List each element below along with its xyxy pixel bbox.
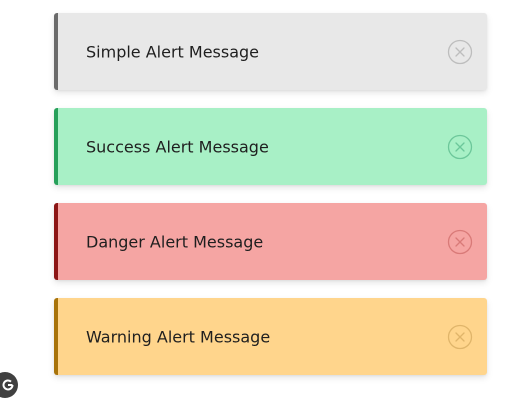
alert-message: Warning Alert Message xyxy=(86,327,271,346)
google-g-icon xyxy=(0,372,18,398)
close-circle-icon[interactable] xyxy=(447,324,473,350)
alert-message: Success Alert Message xyxy=(86,137,269,156)
close-circle-icon[interactable] xyxy=(447,39,473,65)
alert-message: Simple Alert Message xyxy=(86,42,260,61)
alert-simple: Simple Alert Message xyxy=(54,13,487,90)
alert-message: Danger Alert Message xyxy=(86,232,264,251)
alert-warning: Warning Alert Message xyxy=(54,298,487,375)
alert-list: Simple Alert Message Success Alert Messa… xyxy=(54,13,487,393)
close-circle-icon[interactable] xyxy=(447,229,473,255)
alert-danger: Danger Alert Message xyxy=(54,203,487,280)
close-circle-icon[interactable] xyxy=(447,134,473,160)
alert-success: Success Alert Message xyxy=(54,108,487,185)
